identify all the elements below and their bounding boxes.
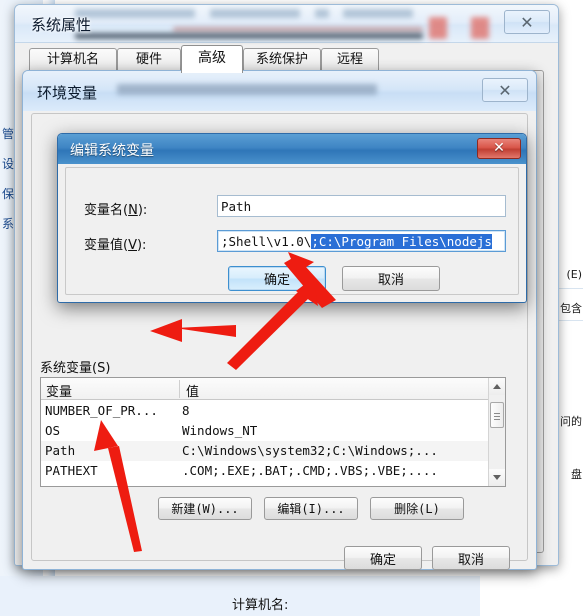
- list-vertical-scrollbar[interactable]: [488, 378, 505, 486]
- system-properties-tabstrip: 计算机名 硬件 高级 系统保护 远程: [29, 45, 544, 73]
- edit-variable-button[interactable]: 编辑(I)...: [264, 497, 358, 520]
- close-icon[interactable]: ✕: [477, 138, 521, 159]
- edit-system-variable-dialog: 编辑系统变量 ✕ 变量名(N): Path 变量值(V): ;Shell\v1.…: [57, 133, 527, 303]
- blurred-icon-2: [471, 17, 489, 39]
- edit-variable-title: 编辑系统变量: [70, 143, 154, 159]
- edit-cancel-button[interactable]: 取消: [342, 266, 440, 291]
- environment-variables-titlebar: 环境变量 ✕: [23, 71, 536, 111]
- system-properties-titlebar: 系统属性 ✕: [15, 5, 558, 43]
- column-header-variable: 变量: [46, 385, 73, 400]
- row-variable-name: PATHEXT: [45, 463, 98, 478]
- variable-value-label: 变量值(V):: [84, 238, 147, 253]
- bg-fragment-0: (E): [566, 268, 582, 281]
- delete-variable-button[interactable]: 删除(L): [370, 497, 464, 520]
- blurred-text-3: [315, 9, 329, 18]
- row-variable-value: Windows_NT: [182, 423, 258, 438]
- system-variables-list[interactable]: 变量 值 NUMBER_OF_PR... 8 OS Windows_NT Pat…: [40, 377, 506, 487]
- blurred-text-4: [343, 9, 413, 18]
- blurred-text-2: [210, 9, 300, 18]
- tab-remote[interactable]: 远程: [321, 48, 379, 71]
- table-row[interactable]: NUMBER_OF_PR... 8: [41, 401, 505, 421]
- tab-advanced[interactable]: 高级: [181, 45, 243, 73]
- variable-value-input[interactable]: ;Shell\v1.0\ ;C:\Program Files\nodejs: [217, 230, 506, 252]
- row-variable-value: .COM;.EXE;.BAT;.CMD;.VBS;.VBE;....: [182, 463, 438, 478]
- system-variables-label: 系统变量(S): [40, 361, 111, 376]
- list-header: 变量 值: [41, 378, 505, 400]
- edit-variable-titlebar: 编辑系统变量 ✕: [58, 134, 526, 164]
- bg-link-2[interactable]: 保: [2, 185, 14, 202]
- scrollbar-thumb[interactable]: [490, 402, 504, 428]
- tab-hardware[interactable]: 硬件: [117, 48, 181, 71]
- bg-link-3[interactable]: 系: [2, 215, 14, 232]
- blurred-text-5: [173, 27, 423, 32]
- row-variable-name: NUMBER_OF_PR...: [45, 403, 158, 418]
- computer-name-label: 计算机名:: [232, 598, 289, 613]
- edit-variable-body: 变量名(N): Path 变量值(V): ;Shell\v1.0\ ;C:\Pro…: [65, 167, 519, 295]
- system-properties-title: 系统属性: [31, 16, 92, 34]
- row-variable-name: OS: [45, 423, 61, 438]
- header-separator: [179, 380, 180, 398]
- scroll-up-icon[interactable]: [489, 378, 505, 395]
- close-icon[interactable]: ✕: [504, 10, 550, 34]
- bg-fragment-3: 盘: [571, 468, 582, 481]
- variable-value-text: ;Shell\v1.0\: [221, 233, 312, 249]
- variable-name-value: Path: [221, 198, 252, 214]
- environment-cancel-button[interactable]: 取消: [432, 546, 510, 570]
- blurred-subtitle: [117, 84, 377, 95]
- row-variable-value: C:\Windows\system32;C:\Windows;...: [182, 443, 438, 458]
- table-row[interactable]: OS Windows_NT: [41, 421, 505, 441]
- variable-name-label: 变量名(N):: [84, 203, 148, 218]
- bg-fragment-2: 问的: [560, 415, 582, 428]
- scroll-down-icon[interactable]: [489, 469, 505, 486]
- new-variable-button[interactable]: 新建(W)...: [158, 497, 252, 520]
- blurred-text-1: [75, 9, 195, 18]
- column-header-value: 值: [186, 385, 200, 400]
- bg-link-1[interactable]: 设: [2, 155, 14, 172]
- tab-system-protection[interactable]: 系统保护: [243, 48, 321, 71]
- bg-fragment-1: 包含: [560, 302, 582, 315]
- blurred-text-6: [75, 33, 423, 39]
- variable-name-input[interactable]: Path: [217, 195, 506, 217]
- bg-link-0[interactable]: 管: [2, 125, 14, 142]
- environment-ok-button[interactable]: 确定: [344, 546, 422, 570]
- variable-value-selection: ;C:\Program Files\nodejs: [311, 233, 492, 249]
- blurred-icon-1: [429, 17, 447, 39]
- edit-ok-button[interactable]: 确定: [228, 266, 326, 291]
- table-row[interactable]: PATHEXT .COM;.EXE;.BAT;.CMD;.VBS;.VBE;..…: [41, 461, 505, 481]
- environment-variables-title: 环境变量: [37, 84, 98, 102]
- table-row[interactable]: Path C:\Windows\system32;C:\Windows;...: [41, 441, 505, 461]
- row-variable-name: Path: [45, 443, 76, 458]
- tab-computer-name[interactable]: 计算机名: [29, 48, 117, 71]
- close-icon[interactable]: ✕: [482, 78, 528, 102]
- row-variable-value: 8: [182, 403, 190, 418]
